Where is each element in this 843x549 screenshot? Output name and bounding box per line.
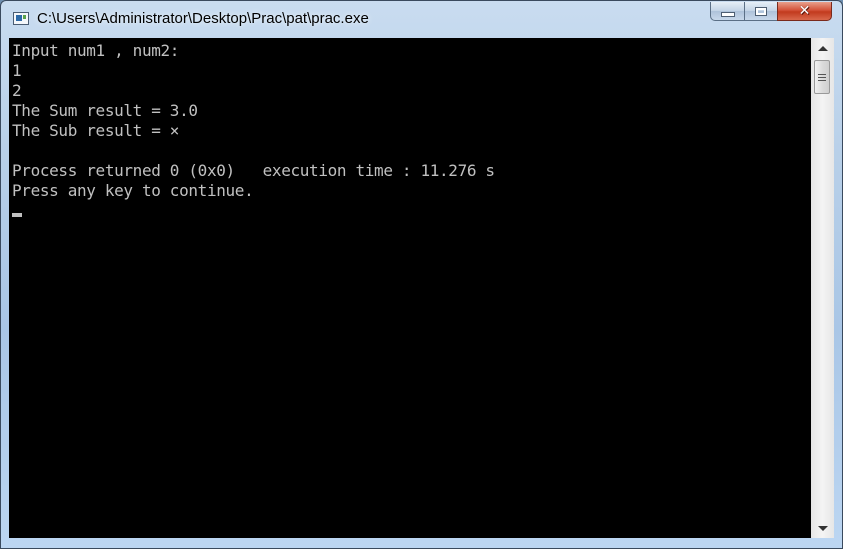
text-cursor [12, 213, 22, 217]
vertical-scrollbar[interactable] [811, 38, 834, 538]
grip-line [818, 79, 826, 81]
scroll-down-arrow-icon [817, 525, 828, 531]
minimize-icon [720, 11, 735, 17]
grip-line [818, 76, 826, 78]
caption-buttons: ✕ [710, 2, 832, 22]
console-app-icon[interactable] [13, 12, 29, 25]
console-window: C:\Users\Administrator\Desktop\Prac\pat\… [0, 0, 843, 549]
window-title: C:\Users\Administrator\Desktop\Prac\pat\… [37, 10, 369, 27]
close-icon: ✕ [798, 3, 811, 19]
console-line: 2 [12, 81, 22, 100]
console-line: Process returned 0 (0x0) execution time … [12, 161, 495, 180]
minimize-button[interactable] [710, 2, 744, 21]
scroll-down-button[interactable] [811, 518, 834, 538]
console-line: 1 [12, 61, 22, 80]
console-line: Press any key to continue. [12, 181, 254, 200]
close-button[interactable]: ✕ [777, 2, 832, 21]
maximize-icon [755, 6, 767, 16]
title-bar[interactable]: C:\Users\Administrator\Desktop\Prac\pat\… [1, 1, 842, 37]
console-text: Input num1 , num2: 1 2 The Sum result = … [12, 41, 495, 201]
grip-line [818, 73, 826, 75]
console-output-area[interactable]: Input num1 , num2: 1 2 The Sum result = … [9, 38, 811, 538]
maximize-button[interactable] [744, 2, 777, 21]
scroll-up-button[interactable] [811, 38, 834, 58]
console-line: The Sub result = × [12, 121, 180, 140]
console-line: Input num1 , num2: [12, 41, 180, 60]
scroll-up-arrow-icon [817, 45, 828, 51]
scrollbar-thumb[interactable] [814, 60, 830, 94]
console-line: The Sum result = 3.0 [12, 101, 198, 120]
